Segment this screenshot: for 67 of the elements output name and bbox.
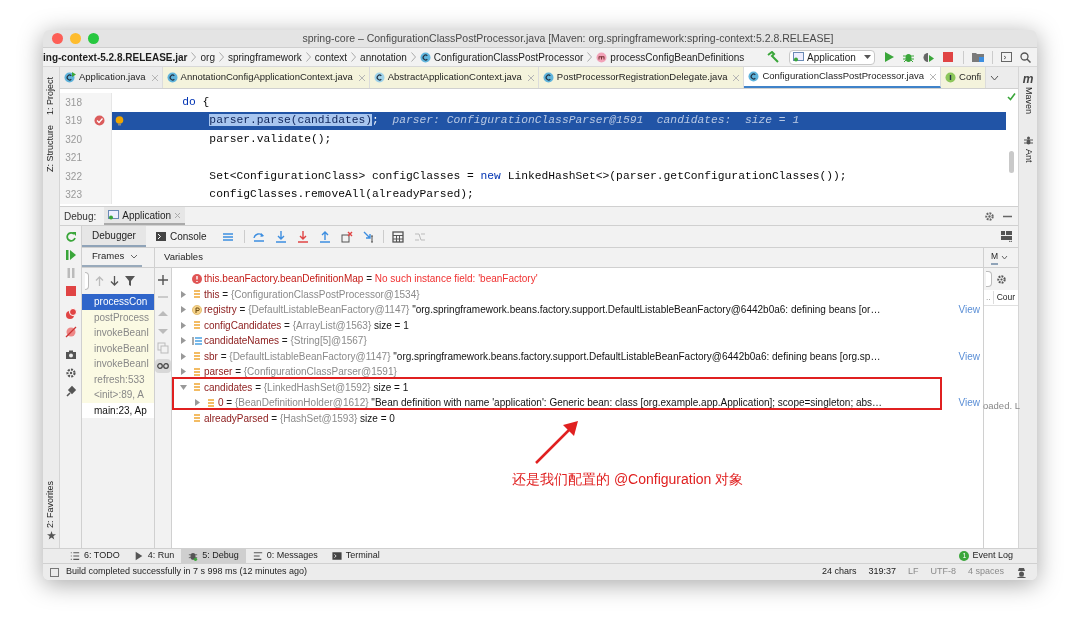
frames-tab[interactable]: Frames bbox=[82, 248, 143, 267]
debugger-tab[interactable]: Debugger bbox=[82, 226, 146, 247]
debugger-tab[interactable]: Console bbox=[145, 226, 217, 247]
variable-entry[interactable]: this.beanFactory.beanDefinitionMap = No such instance field: 'beanFactory' bbox=[204, 271, 980, 287]
code-text: do { bbox=[181, 94, 210, 110]
variable-entry[interactable]: parser = {ConfigurationClassParser@1591} bbox=[204, 364, 980, 380]
status-item[interactable]: 319:37 bbox=[868, 565, 896, 579]
annotation-text: 还是我们配置的 @Configuration 对象 bbox=[512, 470, 744, 489]
tool-window-tab[interactable]: 5: Debug bbox=[181, 549, 246, 563]
breadcrumb[interactable]: org bbox=[200, 49, 215, 65]
tool-window-tab[interactable]: 4: Run bbox=[126, 549, 182, 563]
panel-title: Debug: bbox=[63, 209, 98, 224]
variables-header: Variables bbox=[164, 250, 203, 265]
variable-entry[interactable]: 0 = {BeanDefinitionHolder@1612} "Bean definition with name 'application': Generic bean: class [org.example.app.Application]; scope=singleton; abs… bbox=[218, 395, 957, 411]
tool-window-tab[interactable]: Terminal bbox=[324, 549, 387, 563]
status-message: oaded. L bbox=[983, 399, 1020, 413]
line-number: 320 bbox=[64, 132, 82, 147]
code-text: parser.validate(); bbox=[208, 131, 332, 147]
stack-frame[interactable]: <init>:89, A bbox=[82, 387, 154, 403]
breadcrumb[interactable]: annotation bbox=[360, 49, 407, 65]
code-text: parser.parse(candidates); parser: ConfigurationClassParser@1591 candidates: size = 1 bbox=[208, 113, 800, 129]
editor-tab[interactable]: AnnotationConfigApplicationContext.java bbox=[162, 67, 370, 88]
tool-window-button[interactable]: 2: Favorites bbox=[44, 480, 58, 528]
maven-logo-icon: m bbox=[1022, 73, 1034, 85]
variable-entry[interactable]: this = {ConfigurationClassPostProcessor@1534} bbox=[204, 286, 980, 302]
run-config-dropdown[interactable]: Application bbox=[789, 49, 875, 65]
code-text: Set<ConfigurationClass> configClasses = new LinkedHashSet<>(parser.getConfigurationClasses()); bbox=[208, 168, 847, 184]
tool-window-button[interactable]: Z: Structure bbox=[44, 125, 58, 173]
variable-entry[interactable]: configCandidates = {ArrayList@1563} size = 1 bbox=[204, 317, 980, 333]
column-header: .. bbox=[984, 291, 994, 304]
line-number: 321 bbox=[64, 151, 82, 166]
variable-entry[interactable]: candidateNames = {String[5]@1567} bbox=[204, 333, 980, 349]
session-tab[interactable]: Application bbox=[104, 207, 186, 225]
column-header: Cour bbox=[995, 291, 1016, 304]
line-number: 322 bbox=[64, 169, 82, 184]
panel-tab[interactable]: M bbox=[991, 250, 999, 265]
tool-window-button[interactable]: 1: Project bbox=[44, 77, 58, 116]
tool-window-tab[interactable]: 6: TODO bbox=[63, 549, 127, 563]
editor-tab[interactable]: ConfigurationClassPostProcessor.java bbox=[744, 67, 941, 88]
line-number: 318 bbox=[64, 95, 82, 110]
variable-entry[interactable]: sbr = {DefaultListableBeanFactory@1147} "org.springframework.beans.factory.support.DefaultListableBeanFactory@6442b0a6: defining beans [org.sp… bbox=[204, 348, 957, 364]
breadcrumb[interactable]: springframework bbox=[227, 49, 302, 65]
editor-tab[interactable]: Confi bbox=[941, 67, 987, 88]
line-number: 323 bbox=[64, 188, 82, 203]
breadcrumb[interactable]: context bbox=[314, 49, 348, 65]
view-link[interactable]: View bbox=[958, 395, 980, 411]
status-message: Build completed successfully in 7 s 998 ms (12 minutes ago) bbox=[66, 565, 308, 579]
tool-window-button[interactable]: Ant bbox=[1021, 149, 1035, 163]
breadcrumb[interactable]: processConfigBeanDefinitions bbox=[596, 49, 745, 65]
variable-entry[interactable]: candidates = {LinkedHashSet@1592} size = 1 bbox=[204, 379, 980, 395]
tool-window-button[interactable]: Maven bbox=[1021, 87, 1035, 114]
breadcrumb[interactable]: ing-context-5.2.8.RELEASE.jar bbox=[43, 49, 188, 65]
editor-tab[interactable]: AbstractApplicationContext.java bbox=[369, 67, 539, 88]
stack-frame[interactable]: invokeBeanI bbox=[82, 325, 154, 341]
status-item[interactable]: 24 chars bbox=[821, 565, 857, 579]
code-text: configClasses.removeAll(alreadyParsed); bbox=[208, 187, 474, 203]
window-title: spring-core – ConfigurationClassPostProcessor.java [Maven: org.springframework:spring-context:5.2.8.RELEASE] bbox=[302, 30, 834, 46]
view-link[interactable]: View bbox=[958, 302, 980, 318]
stack-frame[interactable]: invokeBeanI bbox=[82, 356, 154, 372]
view-link[interactable]: View bbox=[958, 348, 980, 364]
editor-tab[interactable]: PostProcessorRegistrationDelegate.java bbox=[538, 67, 745, 88]
tool-window-tab[interactable]: 0: Messages bbox=[245, 549, 325, 563]
variable-entry[interactable]: alreadyParsed = {HashSet@1593} size = 0 bbox=[204, 410, 980, 426]
line-number: 319 bbox=[64, 114, 82, 129]
variable-entry[interactable]: registry = {DefaultListableBeanFactory@1147} "org.springframework.beans.factory.support.DefaultListableBeanFactory@6442b0a6: defining beans [or… bbox=[204, 302, 957, 318]
stack-frame[interactable]: processCon bbox=[82, 294, 154, 310]
breadcrumb[interactable]: ConfigurationClassPostProcessor bbox=[419, 49, 584, 65]
